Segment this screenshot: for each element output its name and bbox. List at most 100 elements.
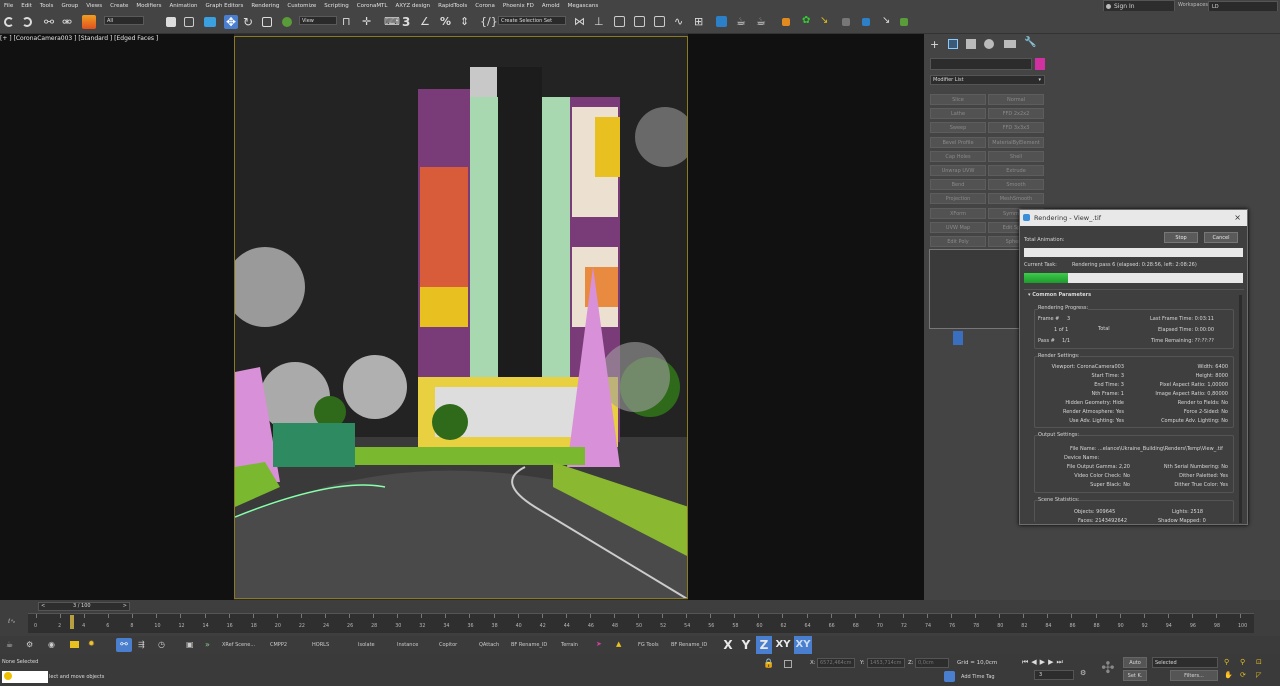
modifier-button[interactable]: FFD 2x2x2: [988, 108, 1044, 120]
time-config-icon[interactable]: ⚙: [1080, 669, 1086, 677]
select-and-move-icon[interactable]: ✥: [224, 15, 238, 29]
current-frame-field[interactable]: 3: [1034, 670, 1074, 680]
green-arrow-icon[interactable]: »: [205, 640, 210, 649]
scene-explorer-icon[interactable]: [634, 16, 645, 27]
mirror-icon[interactable]: ⋈: [574, 15, 588, 29]
key-filter-dropdown[interactable]: Selected: [1152, 657, 1218, 668]
modifier-button[interactable]: MaterialByElement: [988, 136, 1044, 148]
scrollbar[interactable]: [1239, 295, 1242, 523]
menu-modifiers[interactable]: Modifiers: [132, 3, 165, 9]
teapot-icon[interactable]: ☕: [6, 640, 13, 649]
modifier-stack[interactable]: [929, 249, 1029, 329]
menu-edit[interactable]: Edit: [17, 3, 36, 9]
axis-constraint-xy[interactable]: XY: [775, 636, 791, 654]
field-of-view-icon[interactable]: ◸: [1256, 671, 1261, 679]
clock-icon[interactable]: ◷: [158, 640, 165, 649]
modifier-button[interactable]: UVW Map: [930, 221, 986, 233]
curve-editor-icon[interactable]: ∿: [674, 15, 688, 29]
corona-interactive-icon[interactable]: ✿: [802, 15, 816, 29]
menu-animation[interactable]: Animation: [166, 3, 202, 9]
modifier-button[interactable]: Projection: [930, 193, 986, 205]
modifier-button[interactable]: Lathe: [930, 108, 986, 120]
current-frame-marker[interactable]: [70, 615, 75, 629]
time-tag-icon[interactable]: [944, 671, 955, 682]
key-filters-button[interactable]: Filters...: [1170, 670, 1218, 681]
camera-icon[interactable]: ◉: [48, 640, 55, 649]
edit-named-selection-icon[interactable]: {/}: [480, 15, 498, 29]
schematic-view-icon[interactable]: ⊞: [694, 15, 708, 29]
object-name-field[interactable]: [930, 58, 1032, 70]
menu-group[interactable]: Group: [57, 3, 82, 9]
auto-key-button[interactable]: Auto: [1123, 657, 1147, 668]
render-setup-icon[interactable]: ☕: [736, 15, 750, 29]
modifier-button[interactable]: Shell: [988, 150, 1044, 162]
modifier-button[interactable]: Bend: [930, 179, 986, 191]
material-editor-icon[interactable]: [716, 16, 727, 27]
time-ruler[interactable]: 0 2 4 6 8 10 12 14 16 18 20 22 24 26 28 30 32 34 36 38 40 42 4…: [28, 613, 1254, 633]
create-tab-icon[interactable]: +: [930, 38, 939, 51]
menu-megascans[interactable]: Megascans: [564, 3, 603, 9]
playback-controls[interactable]: ⏮◀▶▶⏭: [1022, 658, 1066, 667]
xref-icon[interactable]: ▣: [186, 640, 194, 649]
modify-tab-icon[interactable]: [948, 39, 958, 49]
toolbar-button[interactable]: Terrain: [561, 642, 578, 648]
modifier-button[interactable]: Sweep: [930, 122, 986, 134]
close-icon[interactable]: ×: [1234, 210, 1241, 226]
zoom-all-icon[interactable]: ⚲: [1240, 658, 1245, 666]
zoom-icon[interactable]: ⚲: [1224, 658, 1229, 666]
rectangular-selection-icon[interactable]: [204, 17, 216, 27]
menu-create[interactable]: Create: [106, 3, 132, 9]
menu-customize[interactable]: Customize: [283, 3, 320, 9]
lock-selection-icon[interactable]: 🔒: [763, 659, 777, 671]
viewport-label[interactable]: [+ ] [CoronaCamera003 ] [Standard ] [Edg…: [0, 35, 158, 42]
maximize-viewport-icon[interactable]: ⊡: [1256, 658, 1262, 666]
selection-filter-dropdown[interactable]: All: [104, 16, 144, 25]
menu-file[interactable]: File: [0, 3, 17, 9]
modifier-button[interactable]: MeshSmooth: [988, 193, 1044, 205]
reference-coordinate-dropdown[interactable]: View: [299, 16, 337, 25]
toolbar-button[interactable]: Instance: [397, 642, 418, 648]
modifier-button[interactable]: XForm: [930, 207, 986, 219]
modifier-button[interactable]: Normal: [988, 94, 1044, 105]
percent-snap-icon[interactable]: %: [440, 15, 454, 29]
modifier-button[interactable]: Edit Poly: [930, 236, 986, 247]
corona-converter-icon[interactable]: [862, 18, 870, 26]
slider-prev-icon[interactable]: <: [41, 603, 45, 609]
menu-phoenix-fd[interactable]: Phoenix FD: [499, 3, 538, 9]
pivot-icon[interactable]: ⊓: [342, 15, 356, 29]
spinner-snap-icon[interactable]: ⇕: [460, 15, 474, 29]
orbit-icon[interactable]: ⟳: [1240, 671, 1246, 679]
menu-rendering[interactable]: Rendering: [247, 3, 283, 9]
toolbar-button[interactable]: Isolate: [358, 642, 375, 648]
link-icon[interactable]: ⚯: [44, 15, 58, 29]
gear-icon[interactable]: ⚙: [26, 640, 33, 649]
render-frame-icon[interactable]: ☕: [756, 15, 770, 29]
unlink-icon[interactable]: ⚮: [62, 15, 76, 29]
curve-editor-toggle-icon[interactable]: ℓ∿: [8, 618, 16, 625]
y-coordinate-field[interactable]: 1453,714cm: [867, 658, 905, 668]
menu-rapidtools[interactable]: RapidTools: [434, 3, 471, 9]
x-coordinate-field[interactable]: 6572,464cm: [817, 658, 855, 668]
folder-icon[interactable]: [70, 641, 79, 648]
toolbar-button[interactable]: QAttach: [479, 642, 499, 648]
modifier-button[interactable]: Bevel Profile: [930, 136, 986, 148]
time-slider[interactable]: < 3 / 100 >: [38, 602, 130, 611]
modifier-button[interactable]: Smooth: [988, 179, 1044, 191]
axis-constraint-xy[interactable]: XY: [794, 636, 812, 654]
menu-views[interactable]: Views: [82, 3, 106, 9]
layer-explorer-icon[interactable]: [614, 16, 625, 27]
object-color-swatch[interactable]: [1035, 58, 1045, 70]
toolbar-button[interactable]: HORLS: [312, 642, 329, 648]
add-time-tag[interactable]: Add Time Tag: [961, 674, 995, 680]
select-object-icon[interactable]: [166, 17, 176, 27]
pan-icon[interactable]: ✋: [1224, 671, 1233, 679]
key-mode-icon[interactable]: ✣: [1097, 658, 1119, 682]
axis-constraint-y[interactable]: Y: [740, 636, 752, 654]
z-coordinate-field[interactable]: 0,0cm: [915, 658, 949, 668]
place-icon[interactable]: [282, 17, 292, 27]
pin-stack-icon[interactable]: [953, 331, 963, 345]
pink-arrow-icon[interactable]: ➤: [596, 640, 602, 648]
menu-tools[interactable]: Tools: [36, 3, 58, 9]
rotate-icon[interactable]: ↻: [243, 15, 257, 29]
toolbar-button[interactable]: Copitor: [439, 642, 457, 648]
